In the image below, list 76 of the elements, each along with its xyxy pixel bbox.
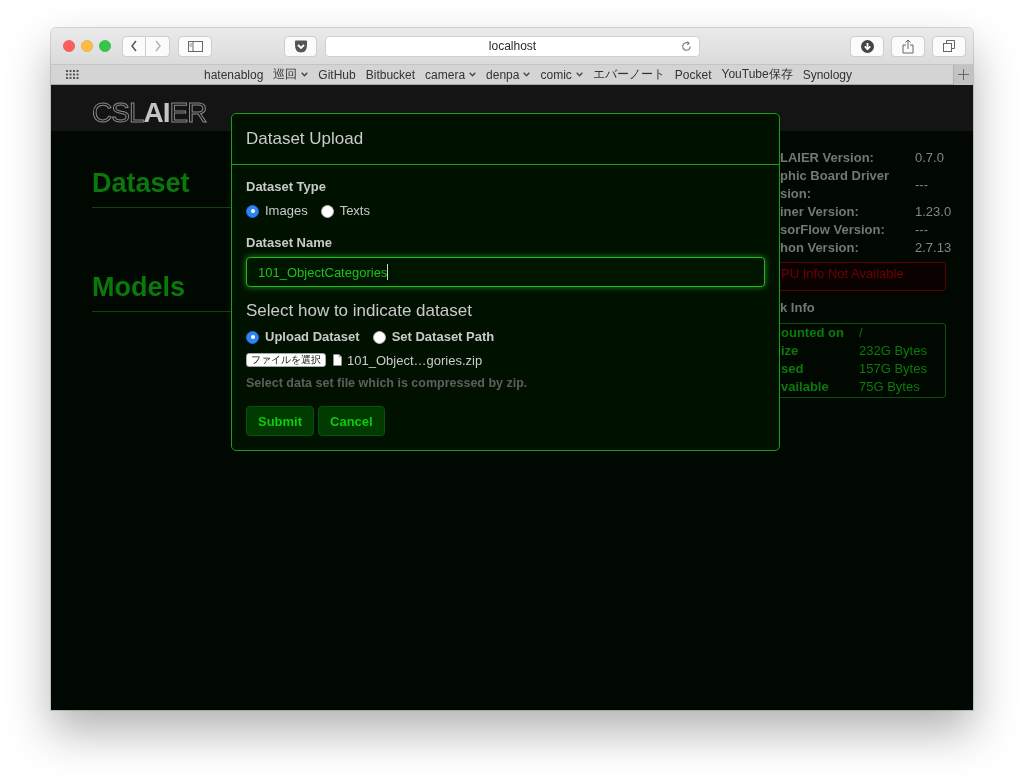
new-tab-button[interactable] bbox=[953, 64, 973, 85]
text-cursor-icon bbox=[387, 264, 389, 280]
bookmark-link[interactable]: hatenablog bbox=[203, 66, 264, 83]
info-value: --- bbox=[915, 221, 929, 239]
info-value: 1.23.0 bbox=[915, 203, 953, 221]
reload-icon[interactable] bbox=[681, 40, 692, 52]
help-text: Select data set file which is compressed by zip. bbox=[246, 376, 528, 390]
bookmark-folder[interactable]: 巡回 bbox=[273, 66, 309, 83]
chevron-right-icon bbox=[153, 40, 162, 52]
chevron-down-icon bbox=[469, 72, 477, 77]
radio-label: Upload Dataset bbox=[265, 329, 360, 345]
disk-value: 157G Bytes bbox=[859, 360, 928, 378]
radio-label: Set Dataset Path bbox=[391, 329, 495, 345]
chevron-down-icon bbox=[301, 72, 309, 77]
chevron-down-icon bbox=[575, 72, 583, 77]
bookmark-link[interactable]: Bitbucket bbox=[365, 66, 416, 83]
submit-button[interactable]: Submit bbox=[246, 406, 315, 436]
gpu-alert: PU Info Not Available bbox=[780, 262, 946, 291]
file-icon bbox=[333, 354, 342, 366]
info-label: hon Version: bbox=[780, 239, 860, 257]
disk-value: 75G Bytes bbox=[859, 378, 921, 396]
disk-label: vailable bbox=[781, 378, 830, 396]
share-icon bbox=[902, 38, 914, 54]
radio-button[interactable] bbox=[246, 204, 259, 218]
download-button[interactable] bbox=[850, 35, 884, 57]
info-value: 0.7.0 bbox=[915, 149, 945, 167]
radio-button[interactable] bbox=[372, 330, 386, 344]
bookmark-folder[interactable]: comic bbox=[540, 66, 583, 83]
section-heading: Models bbox=[92, 271, 185, 303]
dataset-name-field[interactable]: 101_ObjectCategories bbox=[246, 257, 765, 287]
chevron-left-icon bbox=[130, 40, 138, 52]
section-heading: Dataset bbox=[92, 167, 190, 199]
chevron-down-icon bbox=[523, 72, 531, 77]
grid-icon[interactable] bbox=[66, 70, 79, 79]
radio-label: Images bbox=[265, 203, 308, 219]
bookmark-link[interactable]: Pocket bbox=[674, 66, 712, 83]
plus-icon bbox=[958, 69, 969, 80]
choose-file-button[interactable]: ファイルを選択 bbox=[246, 353, 326, 367]
save-button[interactable] bbox=[284, 35, 317, 57]
back-button[interactable] bbox=[122, 35, 146, 57]
info-label: iner Version: bbox=[780, 203, 860, 221]
sidebar-icon bbox=[187, 40, 203, 52]
file-name: 101_Object…gories.zip bbox=[347, 352, 483, 368]
address-field[interactable]: localhost bbox=[325, 35, 700, 57]
disk-value: / bbox=[859, 324, 864, 342]
field-label: Dataset Type bbox=[246, 179, 326, 195]
info-label: LAIER Version: bbox=[780, 149, 875, 167]
sidebar-button[interactable] bbox=[178, 35, 212, 57]
shield-icon bbox=[293, 39, 308, 53]
bookmark-link[interactable]: YouTube保存 bbox=[721, 66, 793, 83]
bookmark-folder[interactable]: denpa bbox=[486, 66, 531, 83]
section-heading: Select how to indicate dataset bbox=[246, 301, 472, 321]
bookmark-folder[interactable]: camera bbox=[425, 66, 477, 83]
tabs-button[interactable] bbox=[932, 35, 966, 57]
disk-label: ounted on bbox=[781, 324, 845, 342]
app-logo[interactable]: CSLAIER bbox=[92, 98, 207, 128]
bookmark-link[interactable]: エバーノート bbox=[592, 66, 665, 83]
radio-button[interactable] bbox=[246, 330, 259, 344]
info-value: --- bbox=[915, 176, 929, 194]
disk-label: ize bbox=[781, 342, 800, 360]
close-window-icon[interactable] bbox=[63, 40, 75, 52]
bookmark-link[interactable]: GitHub bbox=[318, 66, 356, 83]
info-value: 2.7.13 bbox=[915, 239, 953, 257]
bookmark-link[interactable]: Synology bbox=[802, 66, 853, 83]
disk-value: 232G Bytes bbox=[859, 342, 928, 360]
info-label: phic Board Driver sion: bbox=[780, 167, 891, 203]
tabs-icon bbox=[943, 40, 955, 52]
disk-info-heading: k Info bbox=[780, 300, 816, 316]
cancel-button[interactable]: Cancel bbox=[318, 406, 385, 436]
radio-button[interactable] bbox=[320, 204, 334, 218]
download-icon bbox=[860, 39, 874, 53]
disk-label: sed bbox=[781, 360, 805, 378]
dialog-title: Dataset Upload bbox=[246, 129, 364, 149]
radio-label: Texts bbox=[339, 203, 370, 219]
info-label: sorFlow Version: bbox=[780, 221, 886, 239]
field-label: Dataset Name bbox=[246, 235, 332, 251]
